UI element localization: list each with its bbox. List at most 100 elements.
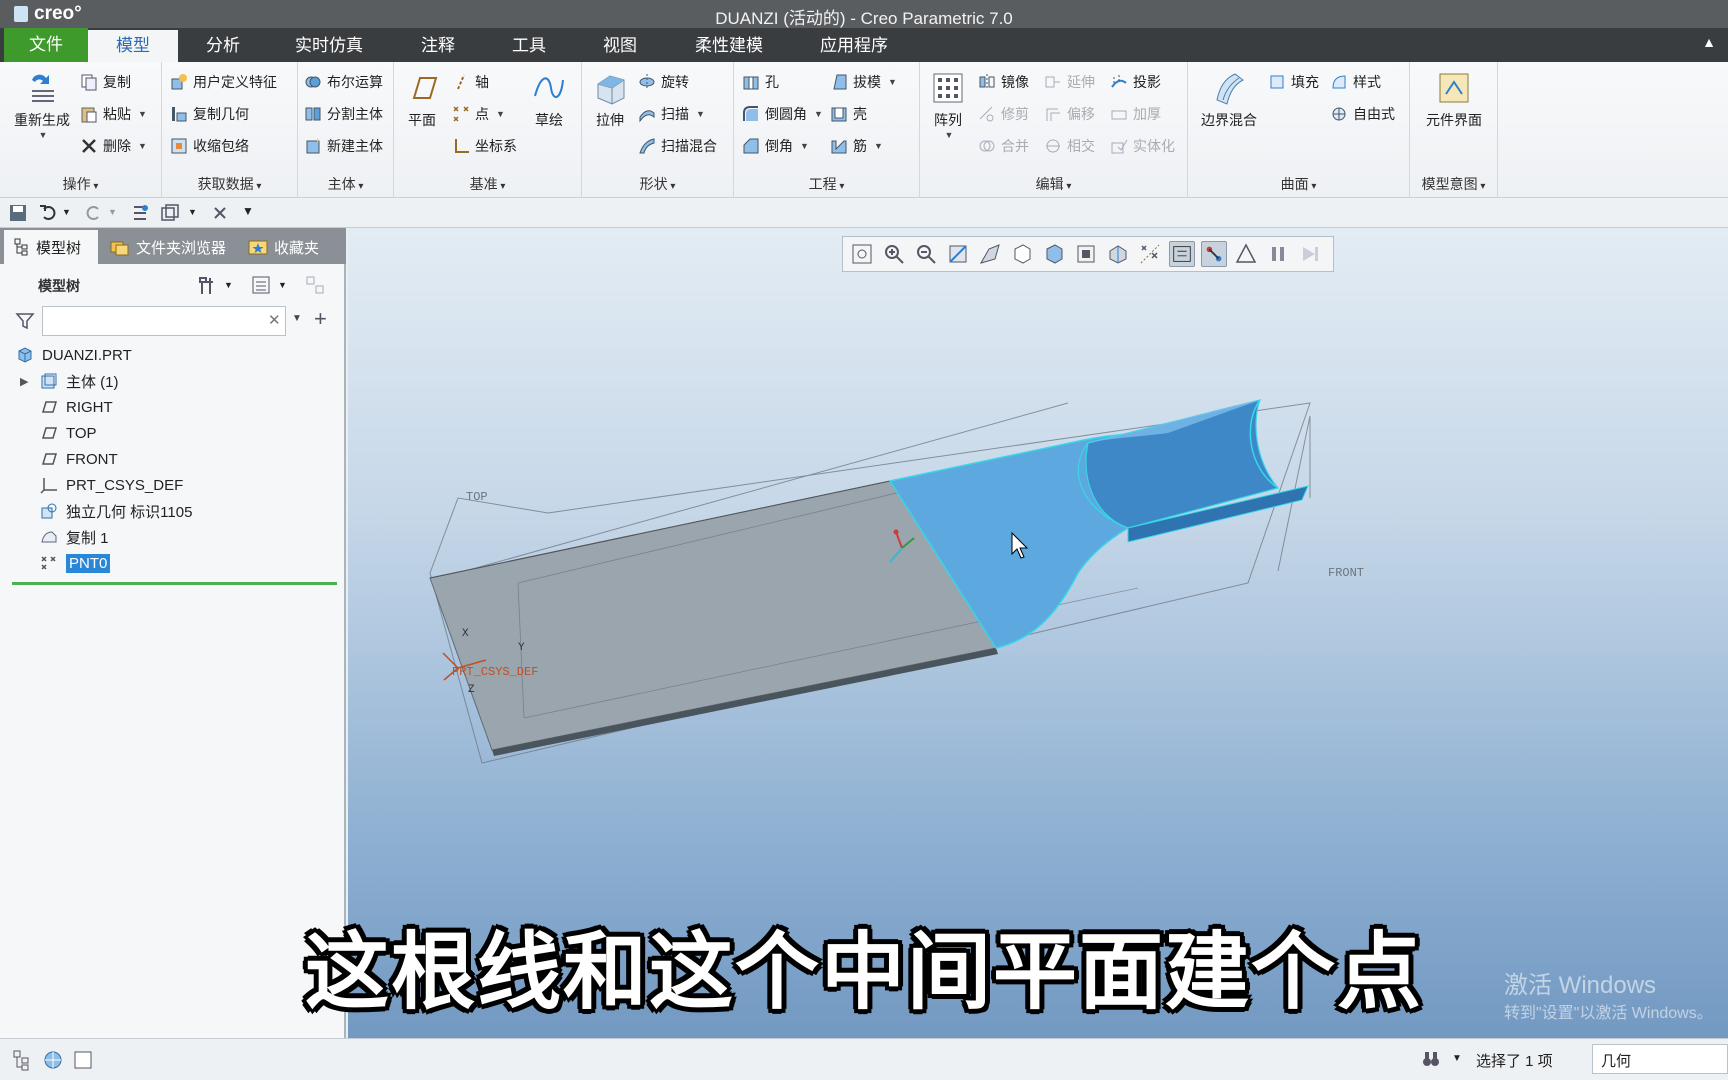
- regenerate-button[interactable]: 重新生成 ▼: [8, 70, 76, 140]
- tree-item-body[interactable]: ▶ 主体 (1): [0, 368, 344, 394]
- new-body-button[interactable]: 新建主体: [304, 134, 383, 158]
- filter-icon[interactable]: [14, 310, 36, 332]
- next-icon[interactable]: [1297, 241, 1323, 267]
- round-button[interactable]: 倒圆角 ▼: [742, 102, 823, 126]
- annotation-display-icon[interactable]: [1201, 241, 1227, 267]
- group-label-editing[interactable]: 编辑: [920, 174, 1187, 194]
- zoom-out-icon[interactable]: [913, 241, 939, 267]
- swept-blend-button[interactable]: 扫描混合: [638, 134, 717, 158]
- style-button[interactable]: 样式: [1330, 70, 1381, 94]
- tab-model[interactable]: 模型: [88, 30, 178, 62]
- insert-here-marker[interactable]: [12, 582, 337, 585]
- tree-item-front[interactable]: FRONT: [0, 446, 344, 472]
- group-label-model-intent[interactable]: 模型意图: [1410, 174, 1497, 194]
- extend-button[interactable]: 延伸: [1044, 70, 1095, 94]
- section-view-icon[interactable]: [1105, 241, 1131, 267]
- selection-filter[interactable]: 几何: [1592, 1044, 1728, 1074]
- tab-view[interactable]: 视图: [572, 30, 668, 62]
- mirror-button[interactable]: 镜像: [978, 70, 1029, 94]
- spin-center-icon[interactable]: [1169, 241, 1195, 267]
- toggle-navigator-icon[interactable]: [12, 1049, 34, 1071]
- delete-button[interactable]: 删除 ▼: [80, 134, 147, 158]
- rib-button[interactable]: 筋 ▼: [830, 134, 883, 158]
- tab-analysis[interactable]: 分析: [178, 30, 268, 62]
- redo-icon[interactable]: [84, 203, 104, 223]
- boundary-blend-button[interactable]: 边界混合: [1196, 70, 1262, 130]
- solidify-button[interactable]: 实体化: [1110, 134, 1175, 158]
- plane-button[interactable]: 平面: [402, 70, 442, 130]
- tab-tools[interactable]: 工具: [486, 30, 572, 62]
- repaint-icon[interactable]: [945, 241, 971, 267]
- undo-icon[interactable]: [38, 203, 58, 223]
- find-icon[interactable]: [1420, 1049, 1442, 1071]
- tree-item-pnt0[interactable]: PNT0: [0, 550, 344, 576]
- component-interface-button[interactable]: 元件界面: [1416, 70, 1492, 130]
- fill-button[interactable]: 填充: [1268, 70, 1319, 94]
- group-label-body[interactable]: 主体: [298, 174, 393, 194]
- boolean-button[interactable]: 布尔运算: [304, 70, 383, 94]
- view-manager-icon[interactable]: [1073, 241, 1099, 267]
- simulation-display-icon[interactable]: [1233, 241, 1259, 267]
- regenerate-dropdown-icon[interactable]: ▼: [10, 130, 76, 140]
- top-plane-label[interactable]: TOP: [466, 490, 488, 504]
- chamfer-dropdown-icon[interactable]: ▼: [800, 141, 809, 151]
- refit-icon[interactable]: [849, 241, 875, 267]
- tab-flexible-modeling[interactable]: 柔性建模: [668, 30, 790, 62]
- draft-button[interactable]: 拔模 ▼: [830, 70, 897, 94]
- delete-dropdown-icon[interactable]: ▼: [138, 141, 147, 151]
- extrude-button[interactable]: 拉伸: [588, 70, 632, 130]
- toggle-browser-icon[interactable]: [42, 1049, 64, 1071]
- trim-button[interactable]: 修剪: [978, 102, 1029, 126]
- saved-orientations-icon[interactable]: [1041, 241, 1067, 267]
- tree-settings-icon[interactable]: [196, 274, 218, 296]
- sweep-button[interactable]: 扫描 ▼: [638, 102, 705, 126]
- regenerate-small-icon[interactable]: [130, 203, 150, 223]
- tab-live-simulation[interactable]: 实时仿真: [268, 30, 390, 62]
- front-plane-label[interactable]: FRONT: [1328, 566, 1364, 580]
- revolve-button[interactable]: 旋转: [638, 70, 689, 94]
- tree-search-input[interactable]: [42, 306, 286, 336]
- tab-favorites[interactable]: 收藏夹: [238, 230, 338, 264]
- group-label-surfaces[interactable]: 曲面: [1188, 174, 1409, 194]
- tree-item-part[interactable]: DUANZI.PRT: [0, 342, 344, 368]
- pause-icon[interactable]: [1265, 241, 1291, 267]
- udf-button[interactable]: 用户定义特征: [170, 70, 277, 94]
- search-options-dropdown-icon[interactable]: ▼: [292, 313, 302, 324]
- display-style-icon[interactable]: [1009, 241, 1035, 267]
- group-label-datum[interactable]: 基准: [394, 174, 581, 194]
- windows-icon[interactable]: [160, 203, 180, 223]
- freestyle-button[interactable]: 自由式: [1330, 102, 1395, 126]
- shell-button[interactable]: 壳: [830, 102, 867, 126]
- perspective-view-icon[interactable]: [977, 241, 1003, 267]
- tree-settings-dropdown-icon[interactable]: ▼: [224, 280, 246, 302]
- csys-label[interactable]: PRT_CSYS_DEF: [452, 665, 538, 679]
- group-label-get-data[interactable]: 获取数据: [162, 174, 297, 194]
- rib-dropdown-icon[interactable]: ▼: [874, 141, 883, 151]
- pattern-dropdown-icon[interactable]: ▼: [930, 130, 968, 140]
- undo-dropdown-icon[interactable]: ▼: [62, 207, 82, 227]
- tab-model-tree[interactable]: 模型树: [4, 230, 98, 264]
- hole-button[interactable]: 孔: [742, 70, 779, 94]
- group-label-operations[interactable]: 操作: [0, 174, 161, 194]
- thicken-button[interactable]: 加厚: [1110, 102, 1161, 126]
- point-button[interactable]: 点 ▼: [452, 102, 505, 126]
- pattern-button[interactable]: 阵列 ▼: [928, 70, 968, 140]
- tree-item-independent-geometry[interactable]: 独立几何 标识1105: [0, 498, 344, 524]
- redo-dropdown-icon[interactable]: ▼: [108, 207, 128, 227]
- axis-button[interactable]: 轴: [452, 70, 489, 94]
- find-dropdown-icon[interactable]: ▼: [1452, 1053, 1462, 1064]
- copy-button[interactable]: 复制: [80, 70, 131, 94]
- tree-item-top[interactable]: TOP: [0, 420, 344, 446]
- copy-geometry-button[interactable]: 复制几何: [170, 102, 249, 126]
- show-columns-icon[interactable]: [250, 274, 272, 296]
- add-filter-icon[interactable]: +: [314, 306, 327, 332]
- paste-dropdown-icon[interactable]: ▼: [138, 109, 147, 119]
- datum-display-filters-icon[interactable]: [1137, 241, 1163, 267]
- group-label-engineering[interactable]: 工程: [734, 174, 919, 194]
- tab-folder-browser[interactable]: 文件夹浏览器: [100, 230, 236, 264]
- show-columns-dropdown-icon[interactable]: ▼: [278, 280, 300, 302]
- customize-toolbar-icon[interactable]: ▼: [242, 204, 262, 224]
- tab-file[interactable]: 文件: [4, 28, 88, 62]
- draft-dropdown-icon[interactable]: ▼: [888, 77, 897, 87]
- full-screen-icon[interactable]: [72, 1049, 94, 1071]
